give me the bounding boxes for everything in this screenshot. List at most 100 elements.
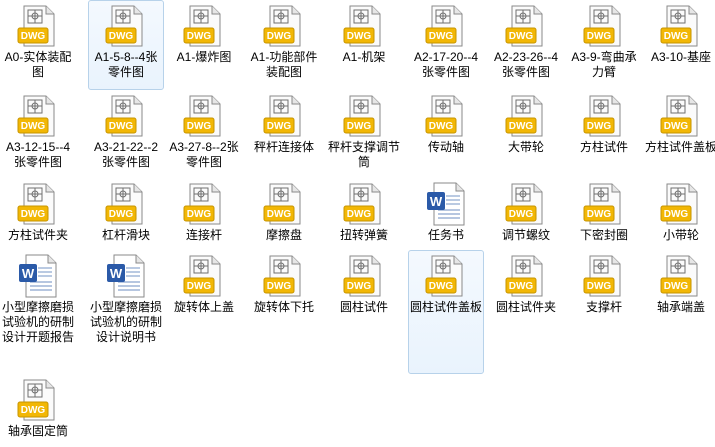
file-item[interactable]: DWG 轴承端盖 xyxy=(648,250,714,374)
file-item[interactable]: DWG 传动轴 xyxy=(408,90,484,178)
file-item[interactable]: DWG A0-实体装配图 xyxy=(2,0,74,90)
file-name-label: A1-爆炸图 xyxy=(176,50,232,64)
svg-text:DWG: DWG xyxy=(21,209,46,220)
dwg-file-icon: DWG xyxy=(104,182,148,226)
file-name-label: 圆柱试件夹 xyxy=(495,300,556,314)
file-name-label: 下密封圈 xyxy=(579,228,628,242)
svg-text:DWG: DWG xyxy=(187,209,212,220)
dwg-file-icon: DWG xyxy=(504,4,548,48)
svg-text:W: W xyxy=(430,194,443,209)
file-item[interactable]: DWG 圆柱试件 xyxy=(328,250,400,374)
file-item[interactable]: DWG 连接杆 xyxy=(168,178,240,250)
svg-text:DWG: DWG xyxy=(587,31,612,42)
file-name-label: 秤杆支撑调节筒 xyxy=(328,140,401,169)
file-item[interactable]: DWG A1-5-8--4张零件图 xyxy=(88,0,164,90)
dwg-file-icon: DWG xyxy=(262,4,306,48)
dwg-file-icon: DWG xyxy=(342,4,386,48)
file-name-label: 方柱试件 xyxy=(579,140,628,154)
file-item[interactable]: DWG 旋转体上盖 xyxy=(168,250,240,374)
dwg-file-icon: DWG xyxy=(659,254,703,298)
file-name-label: A1-5-8--4张零件图 xyxy=(94,50,158,79)
dwg-file-icon: DWG xyxy=(582,254,626,298)
file-item[interactable]: DWG 小带轮 xyxy=(648,178,714,250)
file-name-label: 扭转弹簧 xyxy=(339,228,388,242)
file-name-label: A3-9-弯曲承力臂 xyxy=(571,50,637,79)
file-item[interactable]: DWG 圆柱试件盖板 xyxy=(408,250,484,374)
svg-text:DWG: DWG xyxy=(267,281,292,292)
file-item[interactable]: DWG A3-12-15--4张零件图 xyxy=(2,90,74,178)
dwg-file-icon: DWG xyxy=(16,4,60,48)
svg-text:DWG: DWG xyxy=(187,31,212,42)
file-name-label: 方柱试件盖板 xyxy=(645,140,715,154)
dwg-file-icon: DWG xyxy=(104,4,148,48)
file-item[interactable]: DWG 大带轮 xyxy=(488,90,564,178)
file-name-label: 支撑杆 xyxy=(585,300,622,314)
file-name-label: A3-10-基座 xyxy=(650,50,712,64)
file-item[interactable]: DWG 方柱试件夹 xyxy=(2,178,74,250)
svg-text:DWG: DWG xyxy=(267,209,292,220)
file-item[interactable]: DWG 旋转体下托 xyxy=(248,250,320,374)
file-item[interactable]: W 任务书 xyxy=(408,178,484,250)
file-item[interactable]: DWG A1-爆炸图 xyxy=(168,0,240,90)
svg-text:DWG: DWG xyxy=(187,281,212,292)
svg-text:W: W xyxy=(22,266,35,281)
dwg-file-icon: DWG xyxy=(16,182,60,226)
dwg-file-icon: DWG xyxy=(424,4,468,48)
file-name-label: A1-机架 xyxy=(342,50,386,64)
file-name-label: A3-12-15--4张零件图 xyxy=(5,140,71,169)
file-item[interactable]: DWG 摩擦盘 xyxy=(248,178,320,250)
file-item[interactable]: DWG A1-机架 xyxy=(328,0,400,90)
svg-text:DWG: DWG xyxy=(509,209,534,220)
svg-text:DWG: DWG xyxy=(347,31,372,42)
file-name-label: A2-23-26--4张零件图 xyxy=(493,50,559,79)
file-item[interactable]: DWG A2-17-20--4张零件图 xyxy=(408,0,484,90)
svg-text:DWG: DWG xyxy=(509,31,534,42)
file-item[interactable]: DWG 扭转弹簧 xyxy=(328,178,400,250)
svg-text:DWG: DWG xyxy=(21,405,46,416)
file-item[interactable]: DWG 杠杆滑块 xyxy=(88,178,164,250)
svg-text:DWG: DWG xyxy=(429,281,454,292)
file-name-label: A3-27-8--2张零件图 xyxy=(169,140,239,169)
file-name-label: 杠杆滑块 xyxy=(101,228,150,242)
file-item[interactable]: DWG 秤杆连接体 xyxy=(248,90,320,178)
svg-text:DWG: DWG xyxy=(21,121,46,132)
dwg-file-icon: DWG xyxy=(262,94,306,138)
file-item[interactable]: DWG 调节螺纹 xyxy=(488,178,564,250)
file-item[interactable]: DWG A3-9-弯曲承力臂 xyxy=(568,0,640,90)
file-item[interactable]: DWG A3-27-8--2张零件图 xyxy=(168,90,240,178)
word-document-icon: W xyxy=(16,254,60,298)
dwg-file-icon: DWG xyxy=(504,182,548,226)
file-name-label: 小型摩擦磨损试验机的研制设计开题报告 xyxy=(2,300,75,344)
dwg-file-icon: DWG xyxy=(342,182,386,226)
file-name-label: A2-17-20--4张零件图 xyxy=(413,50,479,79)
dwg-file-icon: DWG xyxy=(659,4,703,48)
file-name-label: 摩擦盘 xyxy=(265,228,302,242)
word-document-icon: W xyxy=(424,182,468,226)
file-item[interactable]: DWG 方柱试件盖板 xyxy=(645,90,715,178)
svg-text:DWG: DWG xyxy=(664,281,689,292)
file-item[interactable]: DWG 圆柱试件夹 xyxy=(488,250,564,374)
dwg-file-icon: DWG xyxy=(182,254,226,298)
dwg-file-icon: DWG xyxy=(182,4,226,48)
dwg-file-icon: DWG xyxy=(182,94,226,138)
file-item[interactable]: DWG 轴承固定筒 xyxy=(2,374,74,447)
file-item[interactable]: DWG A1-功能部件装配图 xyxy=(248,0,320,90)
file-item[interactable]: W 小型摩擦磨损试验机的研制设计开题报告 xyxy=(2,250,74,374)
file-name-label: 调节螺纹 xyxy=(501,228,550,242)
file-item[interactable]: DWG 支撑杆 xyxy=(568,250,640,374)
svg-text:DWG: DWG xyxy=(187,121,212,132)
file-item[interactable]: DWG 秤杆支撑调节筒 xyxy=(328,90,400,178)
dwg-file-icon: DWG xyxy=(262,254,306,298)
file-item[interactable]: W 小型摩擦磨损试验机的研制设计说明书 xyxy=(88,250,164,374)
file-name-label: 轴承端盖 xyxy=(656,300,705,314)
svg-text:DWG: DWG xyxy=(664,31,689,42)
dwg-file-icon: DWG xyxy=(504,94,548,138)
file-item[interactable]: DWG 下密封圈 xyxy=(568,178,640,250)
file-item[interactable]: DWG A2-23-26--4张零件图 xyxy=(488,0,564,90)
file-item[interactable]: DWG 方柱试件 xyxy=(568,90,640,178)
file-item[interactable]: DWG A3-10-基座 xyxy=(648,0,714,90)
file-name-label: 旋转体上盖 xyxy=(173,300,234,314)
dwg-file-icon: DWG xyxy=(659,182,703,226)
file-name-label: 连接杆 xyxy=(185,228,222,242)
file-item[interactable]: DWG A3-21-22--2张零件图 xyxy=(88,90,164,178)
